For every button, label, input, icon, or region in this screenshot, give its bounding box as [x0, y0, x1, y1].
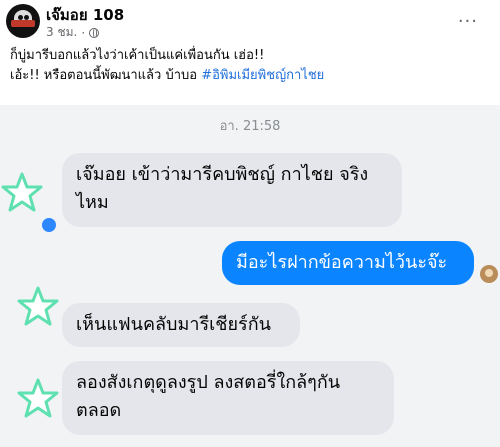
- caption-line-1: ก็บู่มารีบอกแล้วไงว่าเค้าเป็นแค่เพื่อนกั…: [10, 48, 265, 63]
- message-bubble-outgoing: มีอะไรฝากข้อความไว้นะจ๊ะ: [222, 241, 474, 285]
- message-bubble-incoming: เห็นแฟนคลับมารีเชียร์กัน: [62, 303, 300, 347]
- post-caption: ก็บู่มารีบอกแล้วไงว่าเค้าเป็นแค่เพื่อนกั…: [10, 46, 490, 86]
- chat-screenshot: อา. 21:58 เจ๊มอย เข้าว่ามารีคบพิชญ์ กาไช…: [0, 105, 500, 447]
- post-header: เจ๊มอย 108 3 ชม. · ...: [0, 0, 500, 44]
- message-line: มีอะไรฝากข้อความไว้นะจ๊ะ: [236, 252, 448, 273]
- caption-line-2: เอ้ะ!! หรือตอนนี้พัฒนาแล้ว บ้าบอ #อิพิมเ…: [10, 66, 490, 86]
- glow-star-icon: [17, 378, 59, 418]
- message-line: เห็นแฟนคลับมารีเชียร์กัน: [76, 314, 271, 335]
- message-line: เจ๊มอย เข้าว่ามารีคบพิชญ์ กาไชย จริง: [76, 164, 369, 185]
- message-bubble-incoming: ลองสังเกตุดูลงรูป ลงสตอรี่ใกล้ๆกัน ตลอด: [62, 361, 394, 435]
- message-line: ตลอด: [76, 400, 122, 421]
- post-time[interactable]: 3 ชม.: [46, 23, 77, 42]
- message-bubble-incoming: เจ๊มอย เข้าว่ามารีคบพิชญ์ กาไชย จริง ไหม: [62, 153, 402, 227]
- messenger-badge-icon: [40, 216, 58, 234]
- globe-icon: [89, 27, 100, 38]
- more-options-icon[interactable]: ...: [458, 6, 478, 27]
- avatar-tag: [11, 20, 35, 27]
- glow-star-icon: [1, 172, 43, 212]
- caption-line-2-text: เอ้ะ!! หรือตอนนี้พัฒนาแล้ว บ้าบอ: [10, 68, 202, 83]
- hashtag-link[interactable]: #อิพิมเมียพิชญ์กาไชย: [201, 68, 324, 83]
- message-line: ลองสังเกตุดูลงรูป ลงสตอรี่ใกล้ๆกัน: [76, 372, 341, 393]
- author-avatar[interactable]: [6, 4, 40, 38]
- message-line: ไหม: [76, 192, 109, 213]
- read-receipt-avatar: [480, 265, 498, 283]
- post-meta: 3 ชม. ·: [46, 23, 100, 42]
- glow-star-icon: [17, 286, 59, 326]
- chat-timestamp: อา. 21:58: [219, 119, 281, 134]
